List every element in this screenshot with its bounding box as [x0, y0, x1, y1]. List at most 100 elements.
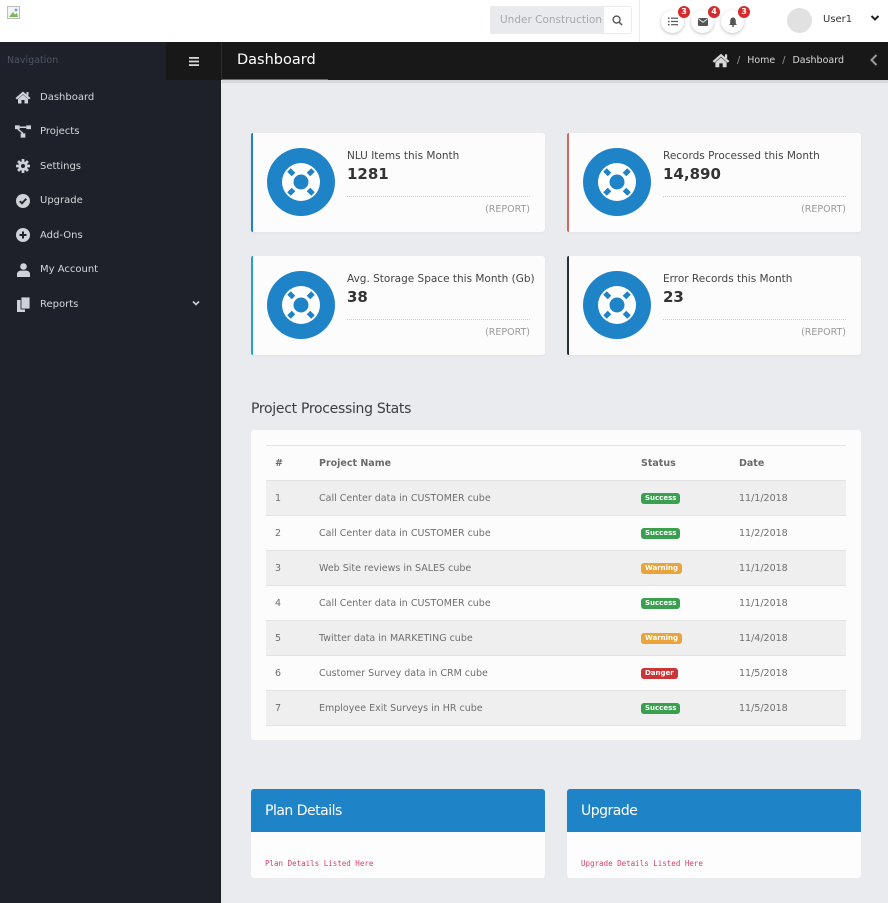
broken-image-logo: [7, 6, 20, 19]
sidebar-item-add-ons[interactable]: Add-Ons: [0, 218, 221, 253]
report-link[interactable]: (REPORT): [801, 204, 846, 215]
stat-label: Avg. Storage Space this Month (Gb): [347, 273, 535, 285]
breadcrumb-home-link[interactable]: [712, 53, 730, 68]
user-avatar[interactable]: [787, 8, 812, 33]
upgrade-panel: Upgrade Upgrade Details Listed Here: [567, 789, 861, 878]
cell-date: 11/5/2018: [739, 655, 846, 691]
column-header-date: Date: [739, 445, 846, 481]
sitemap-icon: [15, 124, 31, 140]
sidebar-item-upgrade[interactable]: Upgrade: [0, 184, 221, 219]
cell-project-name: Call Center data in CUSTOMER cube: [319, 480, 641, 516]
messages-count-badge: 4: [708, 6, 720, 18]
cell-status: Success: [641, 585, 739, 621]
cell-status: Danger: [641, 655, 739, 691]
sidebar-item-dashboard[interactable]: Dashboard: [0, 80, 221, 115]
list-icon: [667, 17, 678, 26]
chevron-down-icon[interactable]: [870, 13, 880, 23]
search-input[interactable]: [491, 7, 604, 33]
divider: [663, 319, 846, 320]
cell-date: 11/1/2018: [739, 585, 846, 621]
column-header-status: Status: [641, 445, 739, 481]
panel-header: Upgrade: [567, 789, 861, 832]
table-row[interactable]: 3 Web Site reviews in SALES cube Warning 11…: [266, 550, 846, 586]
cell-status: Success: [641, 690, 739, 726]
stat-label: Records Processed this Month: [663, 150, 820, 162]
divider: [347, 319, 530, 320]
table-row[interactable]: 2 Call Center data in CUSTOMER cube Succes…: [266, 515, 846, 551]
sidebar-item-my-account[interactable]: My Account: [0, 253, 221, 288]
divider: [347, 196, 530, 197]
cell-project-name: Call Center data in CUSTOMER cube: [319, 515, 641, 551]
cell-project-name: Customer Survey data in CRM cube: [319, 655, 641, 691]
navigation-heading: Navigation: [7, 55, 59, 66]
stat-label: NLU Items this Month: [347, 150, 460, 162]
sidebar-item-label: My Account: [40, 264, 99, 276]
project-stats-card: # Project Name Status Date 1 Call Center …: [251, 430, 861, 740]
bell-icon: [728, 17, 737, 27]
breadcrumb: / Home / Dashboard: [712, 53, 844, 68]
hamburger-icon: [188, 56, 199, 66]
plus-circle-icon: [15, 227, 31, 243]
sidebar-item-settings[interactable]: Settings: [0, 149, 221, 184]
sidebar-item-projects[interactable]: Projects: [0, 115, 221, 150]
cell-number: 2: [266, 515, 319, 551]
envelope-icon: [697, 17, 708, 26]
table-row[interactable]: 7 Employee Exit Surveys in HR cube Success…: [266, 690, 846, 726]
header-divider: [639, 0, 640, 42]
panel-body: Plan Details Listed Here: [251, 832, 545, 878]
search-icon: [612, 14, 623, 26]
check-circle-icon: [15, 193, 31, 209]
status-badge: Warning: [641, 563, 683, 574]
column-header-number: #: [266, 445, 319, 481]
breadcrumb-separator: /: [736, 55, 741, 66]
chevron-down-icon[interactable]: [192, 299, 200, 307]
alerts-count-badge: 3: [738, 6, 750, 18]
report-link[interactable]: (REPORT): [485, 204, 530, 215]
menu-toggle-button[interactable]: [166, 42, 221, 80]
cell-date: 11/5/2018: [739, 690, 846, 726]
search-button[interactable]: [604, 7, 631, 33]
tasks-count-badge: 3: [678, 6, 690, 18]
plan-details-panel: Plan Details Plan Details Listed Here: [251, 789, 545, 878]
column-header-project-name: Project Name: [319, 445, 641, 481]
sidebar-item-reports[interactable]: Reports: [0, 287, 221, 322]
cell-project-name: Call Center data in CUSTOMER cube: [319, 585, 641, 621]
life-ring-icon: [267, 271, 335, 339]
table-row[interactable]: 1 Call Center data in CUSTOMER cube Succes…: [266, 480, 846, 516]
chevron-left-icon[interactable]: [870, 54, 878, 66]
sidebar-item-label: Add-Ons: [40, 229, 83, 241]
cell-number: 6: [266, 655, 319, 691]
breadcrumb-home[interactable]: Home: [747, 55, 775, 66]
sidebar-item-label: Settings: [40, 160, 82, 172]
status-badge: Success: [641, 598, 681, 609]
table-row[interactable]: 6 Customer Survey data in CRM cube Danger 1…: [266, 655, 846, 691]
top-header: 3 4 3 User1: [0, 0, 888, 42]
status-badge: Success: [641, 493, 681, 504]
report-link[interactable]: (REPORT): [801, 327, 846, 338]
breadcrumb-dashboard[interactable]: Dashboard: [792, 55, 844, 66]
tasks-button[interactable]: 3: [661, 6, 690, 33]
divider: [663, 196, 846, 197]
status-badge: Warning: [641, 633, 683, 644]
status-badge: Success: [641, 703, 681, 714]
user-name[interactable]: User1: [823, 14, 852, 25]
sidebar-item-label: Upgrade: [40, 195, 83, 207]
stat-card-nlu-items: NLU Items this Month 1281 (REPORT): [251, 133, 545, 232]
panel-text: Upgrade Details Listed Here: [581, 859, 703, 868]
report-link[interactable]: (REPORT): [485, 327, 530, 338]
sidebar-item-label: Projects: [40, 126, 80, 138]
table-row[interactable]: 4 Call Center data in CUSTOMER cube Succes…: [266, 585, 846, 621]
messages-button[interactable]: 4: [691, 6, 720, 33]
table-row[interactable]: 5 Twitter data in MARKETING cube Warning 11…: [266, 620, 846, 656]
stat-card-error-records: Error Records this Month 23 (REPORT): [567, 256, 861, 355]
life-ring-icon: [583, 148, 651, 216]
card-accent: [567, 256, 569, 355]
alerts-button[interactable]: 3: [721, 6, 750, 33]
project-stats-table: # Project Name Status Date 1 Call Center …: [266, 445, 846, 726]
panel-title: Upgrade: [581, 802, 638, 819]
cell-number: 1: [266, 480, 319, 516]
card-accent: [251, 256, 253, 355]
cell-project-name: Employee Exit Surveys in HR cube: [319, 690, 641, 726]
stat-value: 23: [663, 288, 684, 306]
cell-status: Success: [641, 480, 739, 516]
